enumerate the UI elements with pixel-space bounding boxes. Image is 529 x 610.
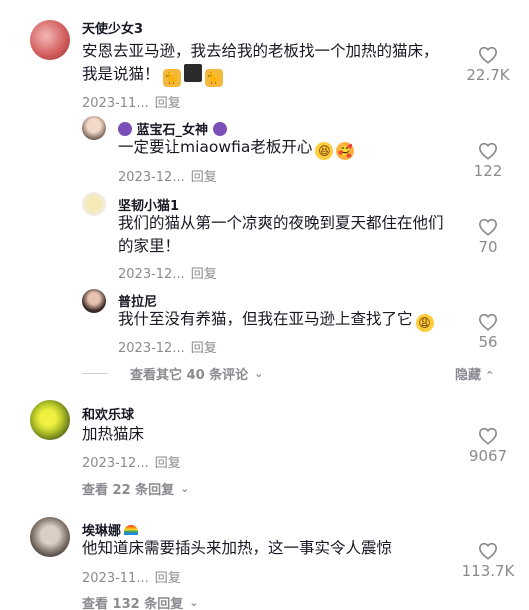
reply-text-fragment: 一定要让miaowfia老板开心 (118, 138, 313, 156)
comment-username[interactable]: 天使少女3 (82, 18, 143, 37)
comment-meta: 2023-11... 回复 (82, 92, 181, 111)
reply-button[interactable]: 回复 (191, 267, 217, 282)
comment-text: 加热猫床 (82, 425, 145, 443)
cat-emoji-icon: 🐈 (162, 69, 181, 87)
heart-outline-icon (478, 542, 498, 560)
like-button[interactable]: 70 (458, 218, 518, 256)
gem-icon (118, 122, 132, 136)
comment-text-line: 我是说猫！ 🐈 🐈 (82, 63, 452, 87)
comment-date: 2023-12... (82, 456, 149, 471)
comment-text: 他知道床需要插头来加热，这一事实令人震惊 (82, 539, 393, 557)
comment-date: 2023-11... (82, 571, 149, 586)
sad-emoji-icon: 😩 (415, 314, 434, 332)
like-button[interactable]: 9067 (458, 427, 518, 465)
reply-meta: 2023-12... 回复 (118, 337, 217, 356)
comment-username[interactable]: 和欢乐球 (82, 404, 134, 423)
reply-text-fragment: 我什至没有养猫，但我在亚马逊上查找了它 (118, 310, 413, 328)
comment-text-line: 安恩去亚马逊，我去给我的老板找一个加热的猫床， (82, 42, 439, 60)
hide-label[interactable]: 隐藏 (455, 368, 481, 383)
heart-outline-icon (478, 142, 498, 160)
view-replies-button[interactable]: 查看 132 条回复 ⌄ (82, 593, 198, 610)
view-more-comments-button[interactable]: 查看其它 40 条评论 ⌄ (82, 364, 263, 383)
reply-date: 2023-12... (118, 170, 185, 185)
reply-meta: 2023-12... 回复 (118, 166, 217, 185)
reply-button[interactable]: 回复 (191, 341, 217, 356)
like-count: 56 (478, 333, 498, 351)
comment-item: 天使少女3 安恩去亚马逊，我去给我的老板找一个加热的猫床， 我是说猫！ 🐈 🐈 20… (0, 0, 529, 360)
hide-replies-button[interactable]: 隐藏 ⌃ (455, 364, 494, 383)
comment-meta: 2023-11... 回复 (82, 567, 181, 586)
heart-outline-icon (478, 427, 498, 445)
love-emoji-icon: 🥰 (336, 142, 355, 160)
view-replies-button[interactable]: 查看 22 条回复 ⌄ (82, 479, 189, 498)
comment-meta: 2023-12... 回复 (82, 452, 181, 471)
heart-outline-icon (478, 313, 498, 331)
like-button[interactable]: 22.7K (458, 46, 518, 84)
gem-icon (212, 122, 227, 136)
avatar[interactable] (82, 116, 106, 140)
reply-text: 一定要让miaowfia老板开心 😆 🥰 (118, 136, 458, 160)
reply-date: 2023-12... (118, 341, 185, 356)
cat-emoji-icon: 🐈 (204, 69, 223, 87)
avatar[interactable] (30, 517, 70, 557)
reply-text: 我什至没有养猫，但我在亚马逊上查找了它 😩 (118, 308, 468, 332)
avatar[interactable] (82, 289, 106, 313)
reply-button[interactable]: 回复 (155, 571, 181, 586)
like-button[interactable]: 113.7K (458, 542, 518, 580)
reply-button[interactable]: 回复 (155, 96, 181, 111)
chevron-down-icon: ⌄ (254, 367, 264, 380)
like-count: 122 (473, 162, 503, 180)
reply-text-line: 我们的猫从第一个凉爽的夜晚到夏天都住在他们 (118, 214, 444, 232)
rainbow-emoji-icon (124, 525, 139, 535)
black-square-emoji-icon (183, 64, 202, 82)
like-count: 9067 (468, 447, 508, 465)
comment-item: 和欢乐球 加热猫床 2023-12... 回复 9067 查看 22 条回复 ⌄ (0, 395, 529, 505)
comment-text-fragment: 我是说猫！ (82, 65, 160, 83)
like-count: 113.7K (461, 562, 515, 580)
divider (82, 373, 108, 374)
comment-date: 2023-11... (82, 96, 149, 111)
avatar[interactable] (30, 400, 70, 440)
chevron-down-icon: ⌄ (180, 482, 190, 495)
view-replies-label[interactable]: 查看 132 条回复 (82, 593, 183, 610)
avatar[interactable] (30, 20, 70, 60)
view-more-label[interactable]: 查看其它 40 条评论 (130, 364, 248, 383)
like-count: 22.7K (466, 66, 510, 84)
reply-button[interactable]: 回复 (191, 170, 217, 185)
chevron-down-icon: ⌄ (189, 596, 199, 609)
view-replies-label[interactable]: 查看 22 条回复 (82, 479, 174, 498)
reply-meta: 2023-12... 回复 (118, 263, 217, 282)
reply-date: 2023-12... (118, 267, 185, 282)
like-button[interactable]: 56 (458, 313, 518, 351)
like-count: 70 (478, 238, 498, 256)
comment-item: 埃琳娜 他知道床需要插头来加热，这一事实令人震惊 2023-11... 回复 11… (0, 512, 529, 610)
reply-text: 我们的猫从第一个凉爽的夜晚到夏天都住在他们 的家里！ (118, 212, 468, 258)
reply-button[interactable]: 回复 (155, 456, 181, 471)
reply-text-line: 的家里！ (118, 237, 181, 255)
comment-text: 安恩去亚马逊，我去给我的老板找一个加热的猫床， 我是说猫！ 🐈 🐈 (82, 40, 452, 87)
like-button[interactable]: 122 (458, 142, 518, 180)
heart-outline-icon (478, 218, 498, 236)
heart-outline-icon (478, 46, 498, 64)
avatar[interactable] (82, 192, 106, 216)
grin-emoji-icon: 😆 (315, 142, 334, 160)
chevron-up-icon: ⌃ (485, 369, 495, 382)
